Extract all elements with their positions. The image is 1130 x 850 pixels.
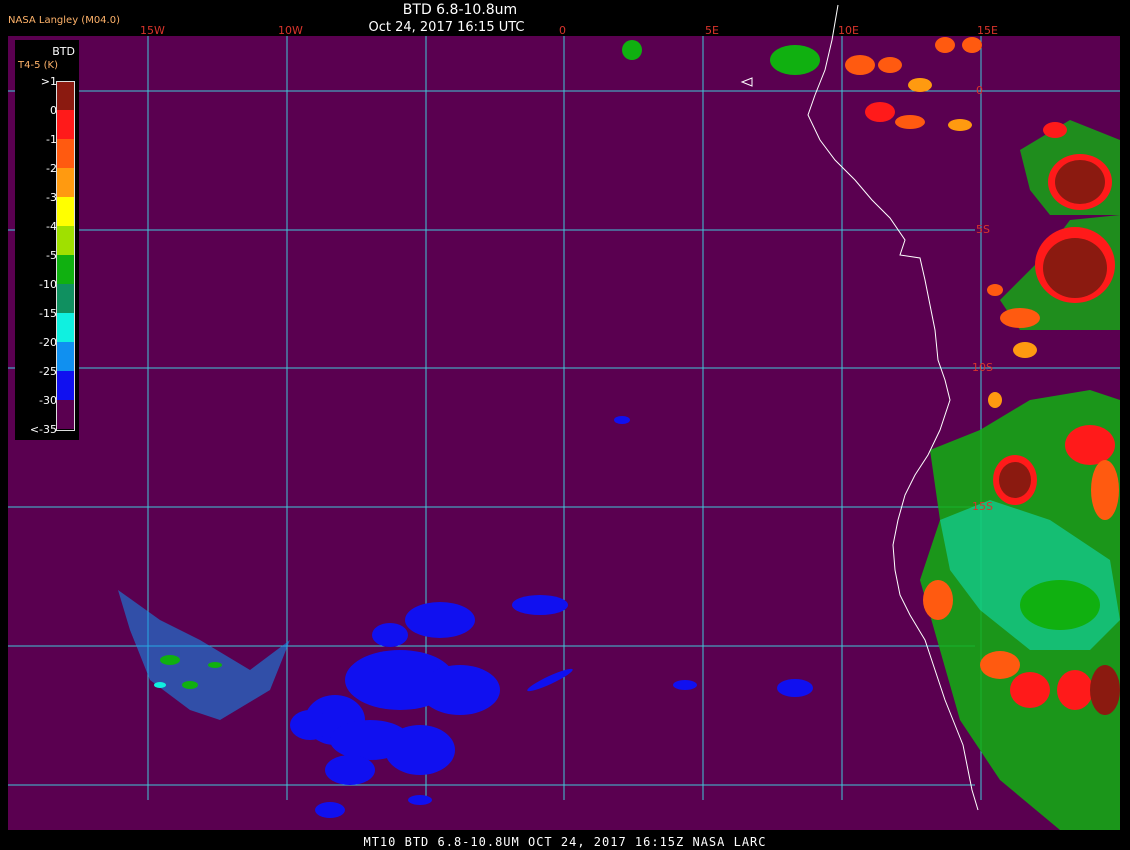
legend-title: BTD	[52, 45, 75, 58]
color-legend: BTD T4-5 (K) >1 0 -1 -2 -3 -4 -5 -10 -15 -20 -25 -3…	[15, 40, 79, 440]
legend-label: -20	[39, 336, 57, 349]
map-title: BTD 6.8-10.8um	[402, 2, 518, 18]
satellite-map	[0, 0, 1130, 850]
legend-frame	[56, 81, 75, 431]
legend-label: -30	[39, 394, 57, 407]
legend-label: -15	[39, 307, 57, 320]
lon-label-0: 0	[559, 24, 566, 37]
legend-units: T4-5 (K)	[18, 60, 58, 71]
lon-label-10w: 10W	[278, 24, 303, 37]
lon-label-15w: 15W	[140, 24, 165, 37]
legend-label: <-35	[29, 423, 57, 436]
lon-label-5e: 5E	[705, 24, 719, 37]
legend-label: -10	[39, 278, 57, 291]
footer-caption: MT10 BTD 6.8-10.8UM OCT 24, 2017 16:15Z …	[363, 835, 767, 849]
lon-label-10e: 10E	[838, 24, 859, 37]
lon-label-15e: 15E	[977, 24, 998, 37]
map-timestamp: Oct 24, 2017 16:15 UTC	[368, 20, 525, 35]
legend-label: >1	[40, 75, 57, 88]
legend-label: -25	[39, 365, 57, 378]
lat-label-0: 0	[976, 84, 983, 97]
lat-label-10s: 10S	[972, 361, 993, 374]
lat-label-15s: 15S	[972, 500, 993, 513]
lat-label-5s: 5S	[976, 223, 990, 236]
